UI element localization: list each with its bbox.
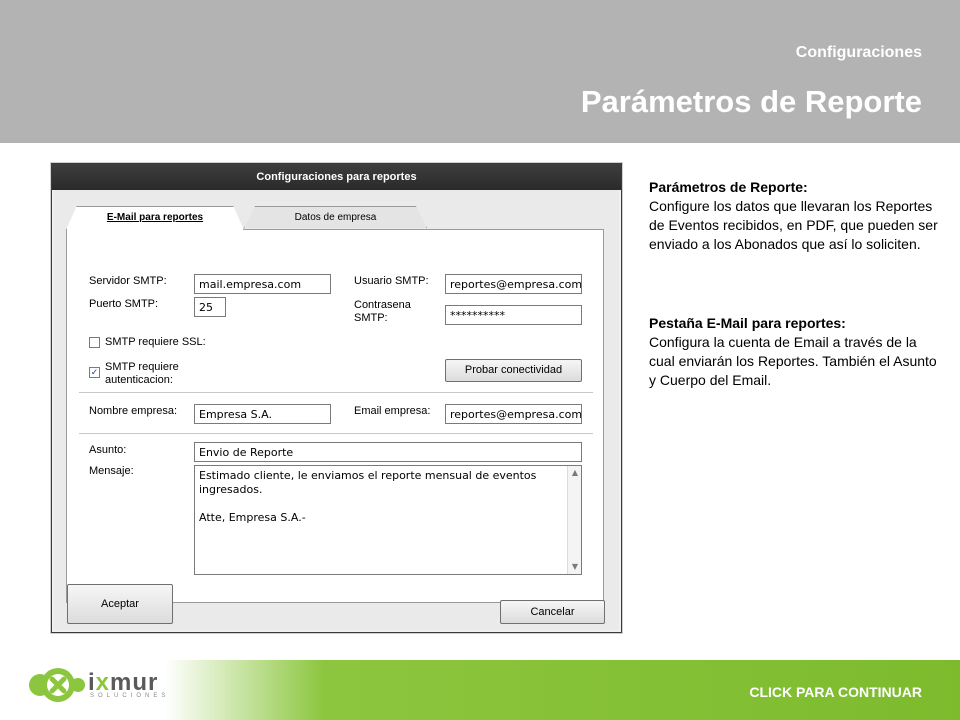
message-label: Mensaje: — [89, 465, 134, 477]
smtp-server-input[interactable]: mail.empresa.com — [194, 274, 331, 294]
smtp-server-label: Servidor SMTP: — [89, 275, 167, 287]
logo-letter: x — [95, 669, 111, 696]
subject-label: Asunto: — [89, 444, 127, 456]
ssl-checkbox[interactable] — [89, 337, 100, 348]
description-block-1: Parámetros de Reporte: Configure los dat… — [649, 178, 939, 254]
company-email-label: Email empresa: — [354, 405, 431, 417]
page-title: Parámetros de Reporte — [580, 84, 922, 119]
message-line: ingresados. — [199, 483, 263, 496]
continue-link[interactable]: CLICK PARA CONTINUAR — [749, 684, 922, 700]
report-settings-dialog: Configuraciones para reportes E-Mail par… — [51, 163, 622, 633]
email-tab-panel: Servidor SMTP: mail.empresa.com Usuario … — [66, 229, 604, 603]
company-email-input[interactable]: reportes@empresa.com — [445, 404, 582, 424]
ssl-label: SMTP requiere SSL: — [105, 336, 206, 348]
scroll-up-icon[interactable]: ▲ — [568, 466, 582, 480]
message-textarea[interactable]: Estimado cliente, le enviamos el reporte… — [194, 465, 582, 575]
section-subtitle: Configuraciones — [795, 44, 922, 61]
header-band — [0, 0, 960, 143]
smtp-user-label: Usuario SMTP: — [354, 275, 429, 287]
smtp-password-input[interactable]: ********** — [445, 305, 582, 325]
subject-input[interactable]: Envio de Reporte — [194, 442, 582, 462]
smtp-port-input[interactable]: 25 — [194, 297, 226, 317]
message-line: Atte, Empresa S.A.- — [199, 511, 306, 524]
logo-letter: mur — [110, 669, 159, 696]
cancel-button[interactable]: Cancelar — [500, 600, 605, 624]
message-scrollbar[interactable]: ▲ ▼ — [567, 466, 581, 574]
description-title-2: Pestaña E-Mail para reportes: — [649, 315, 846, 331]
smtp-port-label: Puerto SMTP: — [89, 298, 159, 310]
test-connection-button[interactable]: Probar conectividad — [445, 359, 582, 382]
accept-button[interactable]: Aceptar — [67, 584, 173, 624]
dialog-title: Configuraciones para reportes — [52, 164, 621, 190]
description-text-1: Configure los datos que llevaran los Rep… — [649, 198, 938, 252]
logo-letter: i — [88, 669, 96, 696]
smtp-user-input[interactable]: reportes@empresa.com — [445, 274, 582, 294]
auth-checkbox[interactable]: ✓ — [89, 367, 100, 378]
smtp-password-label: Contrasena SMTP: — [354, 299, 411, 324]
divider — [79, 433, 593, 434]
tab-company-data[interactable]: Datos de empresa — [244, 206, 427, 228]
header-divider — [0, 143, 960, 151]
message-line: Estimado cliente, le enviamos el reporte… — [199, 469, 537, 482]
scroll-down-icon[interactable]: ▼ — [568, 560, 582, 574]
description-title-1: Parámetros de Reporte: — [649, 179, 808, 195]
description-text-2: Configura la cuenta de Email a través de… — [649, 334, 937, 388]
logo-subtitle: SOLUCIONES — [90, 693, 170, 699]
company-name-label: Nombre empresa: — [89, 405, 178, 417]
dialog-body: E-Mail para reportes Datos de empresa Se… — [54, 190, 619, 630]
auth-label: SMTP requiere autenticacion: — [105, 361, 179, 386]
tab-email-reports[interactable]: E-Mail para reportes — [66, 206, 244, 230]
divider — [79, 392, 593, 393]
description-block-2: Pestaña E-Mail para reportes: Configura … — [649, 314, 939, 390]
company-name-input[interactable]: Empresa S.A. — [194, 404, 331, 424]
